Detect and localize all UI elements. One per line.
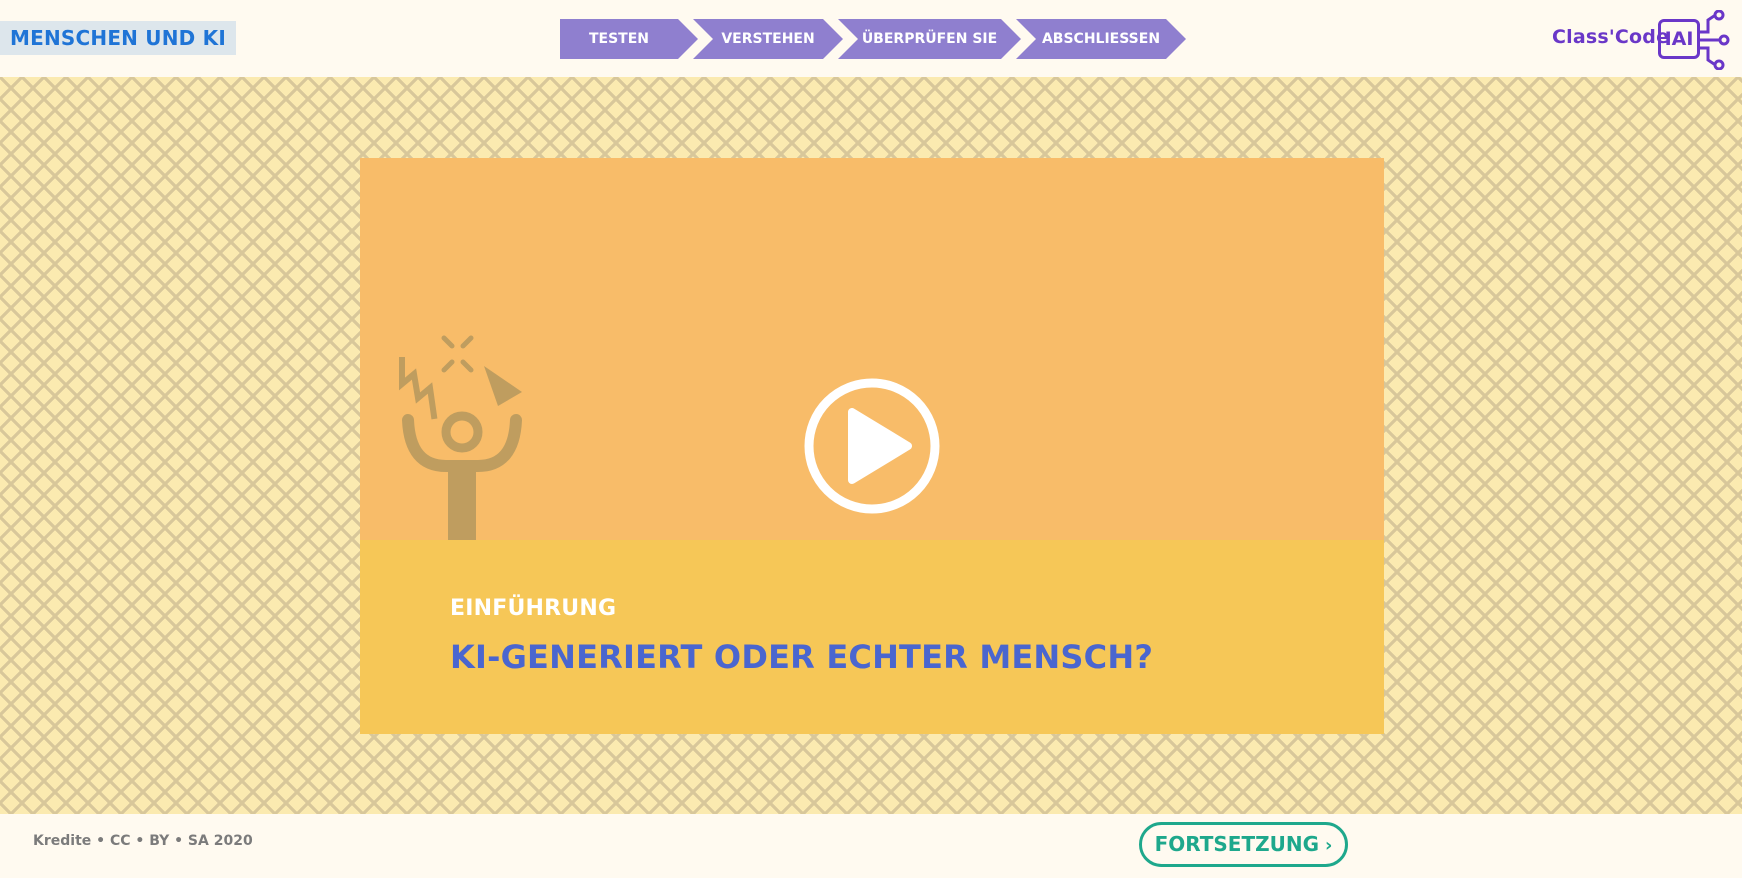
circuit-icon (1698, 10, 1730, 70)
classcode-logo[interactable]: Class'Code IAI (1548, 10, 1730, 70)
video-caption: EINFÜHRUNG KI-GENERIERT ODER ECHTER MENS… (360, 540, 1384, 734)
video-card: EINFÜHRUNG KI-GENERIERT ODER ECHTER MENS… (360, 158, 1384, 734)
chevron-right-icon: › (1325, 835, 1333, 856)
header-bar: MENSCHEN UND KI TESTEN VERSTEHEN ÜBERPRÜ… (0, 0, 1742, 77)
play-icon[interactable] (802, 376, 942, 516)
step-verstehen[interactable]: VERSTEHEN (693, 19, 843, 59)
section-kicker: EINFÜHRUNG (450, 596, 617, 621)
surprised-person-icon (399, 335, 522, 540)
logo-text: Class'Code (1552, 26, 1670, 48)
video-title: KI-GENERIERT ODER ECHTER MENSCH? (450, 638, 1154, 676)
step-label: ABSCHLIESSEN (1041, 31, 1161, 47)
step-abschliessen[interactable]: ABSCHLIESSEN (1016, 19, 1186, 59)
footer-bar: Kredite • CC • BY • SA 2020 FORTSETZUNG › (0, 814, 1742, 878)
course-title: MENSCHEN UND KI (0, 21, 236, 55)
continue-button[interactable]: FORTSETZUNG › (1139, 822, 1348, 867)
logo-box: IAI (1658, 19, 1700, 59)
step-label: TESTEN (588, 31, 650, 47)
credits-text: Kredite • CC • BY • SA 2020 (33, 833, 253, 849)
step-testen[interactable]: TESTEN (560, 19, 698, 59)
step-ueberpruefen[interactable]: ÜBERPRÜFEN SIE (838, 19, 1021, 59)
step-label: VERSTEHEN (721, 31, 815, 47)
video-player[interactable] (360, 158, 1384, 540)
step-label: ÜBERPRÜFEN SIE (861, 31, 998, 47)
continue-label: FORTSETZUNG (1154, 832, 1319, 856)
